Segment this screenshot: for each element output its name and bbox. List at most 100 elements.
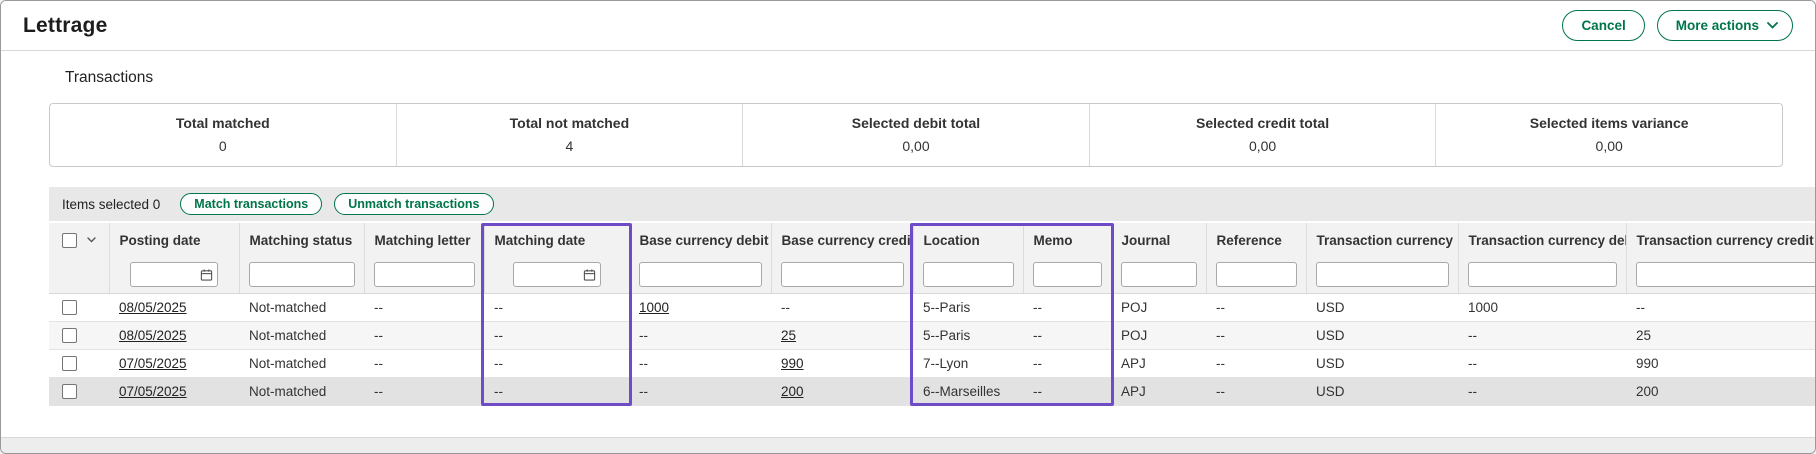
filter-matching-date (513, 262, 601, 287)
cell-base-currency-debit: -- (629, 321, 771, 349)
cell-base-currency-credit: 25 (771, 321, 913, 349)
row-select-cell (49, 349, 109, 377)
column-header-location[interactable]: Location (913, 223, 1023, 257)
column-header-matching-letter[interactable]: Matching letter (364, 223, 484, 257)
summary-value: 0 (50, 138, 396, 154)
cancel-button[interactable]: Cancel (1562, 10, 1644, 42)
row-checkbox[interactable] (62, 300, 77, 315)
filter-matching-status-input[interactable] (249, 262, 355, 287)
cell-transaction-currency-credit: 990 (1626, 349, 1815, 377)
cell-posting-date: 08/05/2025 (109, 321, 239, 349)
column-header-memo[interactable]: Memo (1023, 223, 1111, 257)
filter-base-currency-debit-input[interactable] (639, 262, 762, 287)
summary-bar: Total matched 0 Total not matched 4 Sele… (49, 103, 1783, 167)
column-header-journal[interactable]: Journal (1111, 223, 1206, 257)
cell-location: 6--Marseilles (913, 377, 1023, 405)
filter-empty-cell (49, 257, 109, 293)
filter-transaction-currency-input[interactable] (1316, 262, 1449, 287)
posting-date-link[interactable]: 08/05/2025 (119, 300, 187, 315)
table-scroll-container[interactable]: Posting date Matching status Matching le… (49, 223, 1815, 406)
cell-journal: APJ (1111, 377, 1206, 405)
posting-date-link[interactable]: 07/05/2025 (119, 384, 187, 399)
table-area: Items selected 0 Match transactions Unma… (49, 187, 1815, 406)
amount-link[interactable]: 990 (781, 356, 804, 371)
calendar-icon[interactable] (583, 268, 596, 281)
cell-base-currency-debit: -- (629, 349, 771, 377)
filter-journal-input[interactable] (1121, 262, 1197, 287)
page-background-strip (1, 437, 1815, 453)
cell-journal: POJ (1111, 293, 1206, 321)
items-selected-count: Items selected 0 (62, 197, 160, 212)
row-checkbox[interactable] (62, 384, 77, 399)
amount-link[interactable]: 1000 (639, 300, 669, 315)
select-all-checkbox[interactable] (62, 233, 77, 248)
posting-date-link[interactable]: 07/05/2025 (119, 356, 187, 371)
column-header-reference[interactable]: Reference (1206, 223, 1306, 257)
row-checkbox[interactable] (62, 328, 77, 343)
filter-location-input[interactable] (923, 262, 1014, 287)
cell-memo: -- (1023, 321, 1111, 349)
cell-base-currency-credit: -- (771, 293, 913, 321)
cell-transaction-currency: USD (1306, 377, 1458, 405)
summary-label: Selected debit total (743, 115, 1089, 131)
page-title: Lettrage (23, 14, 107, 38)
cell-transaction-currency-debit: -- (1458, 349, 1626, 377)
column-header-posting-date[interactable]: Posting date (109, 223, 239, 257)
cell-reference: -- (1206, 321, 1306, 349)
cell-matching-date: -- (484, 349, 629, 377)
filter-transaction-currency-debit-input[interactable] (1468, 262, 1617, 287)
cell-matching-letter: -- (364, 293, 484, 321)
summary-total-not-matched: Total not matched 4 (396, 104, 743, 166)
cell-matching-letter: -- (364, 349, 484, 377)
cell-posting-date: 07/05/2025 (109, 349, 239, 377)
summary-total-matched: Total matched 0 (50, 104, 396, 166)
amount-link[interactable]: 25 (781, 328, 796, 343)
filter-posting-date (130, 262, 218, 287)
filter-reference-input[interactable] (1216, 262, 1297, 287)
filter-memo-input[interactable] (1033, 262, 1102, 287)
header-actions: Cancel More actions (1562, 10, 1793, 42)
table-header-row: Posting date Matching status Matching le… (49, 223, 1815, 257)
cell-journal: APJ (1111, 349, 1206, 377)
column-header-matching-status[interactable]: Matching status (239, 223, 364, 257)
row-select-cell (49, 293, 109, 321)
select-all-cell (49, 223, 109, 257)
filter-base-currency-credit-input[interactable] (781, 262, 904, 287)
row-checkbox[interactable] (62, 356, 77, 371)
filter-transaction-currency-credit-input[interactable] (1636, 262, 1816, 287)
amount-link[interactable]: 200 (781, 384, 804, 399)
cell-transaction-currency: USD (1306, 293, 1458, 321)
cell-reference: -- (1206, 349, 1306, 377)
unmatch-transactions-button[interactable]: Unmatch transactions (334, 193, 493, 216)
cell-transaction-currency-debit: -- (1458, 321, 1626, 349)
match-transactions-button[interactable]: Match transactions (180, 193, 322, 216)
row-select-cell (49, 377, 109, 405)
column-header-base-currency-credit[interactable]: Base currency credit (771, 223, 913, 257)
column-header-matching-date[interactable]: Matching date (484, 223, 629, 257)
cell-matching-date: -- (484, 321, 629, 349)
table-row: 08/05/2025 Not-matched -- -- -- 25 5--Pa… (49, 321, 1815, 349)
cell-matching-status: Not-matched (239, 349, 364, 377)
cell-matching-date: -- (484, 293, 629, 321)
posting-date-link[interactable]: 08/05/2025 (119, 328, 187, 343)
cell-base-currency-credit: 200 (771, 377, 913, 405)
transactions-panel: Transactions Total matched 0 Total not m… (1, 51, 1815, 437)
calendar-icon[interactable] (200, 268, 213, 281)
column-header-transaction-currency-credit[interactable]: Transaction currency credit (1626, 223, 1815, 257)
summary-value: 0,00 (1090, 138, 1436, 154)
column-header-transaction-currency[interactable]: Transaction currency (1306, 223, 1458, 257)
table-wrap: Posting date Matching status Matching le… (49, 223, 1815, 406)
cell-base-currency-credit: 990 (771, 349, 913, 377)
page-header: Lettrage Cancel More actions (1, 1, 1815, 51)
more-actions-button[interactable]: More actions (1657, 10, 1793, 42)
filter-matching-letter-input[interactable] (374, 262, 475, 287)
cell-transaction-currency-debit: -- (1458, 377, 1626, 405)
cell-location: 7--Lyon (913, 349, 1023, 377)
column-header-base-currency-debit[interactable]: Base currency debit (629, 223, 771, 257)
column-header-transaction-currency-debit[interactable]: Transaction currency debit (1458, 223, 1626, 257)
table-toolbar: Items selected 0 Match transactions Unma… (49, 187, 1815, 221)
cell-matching-letter: -- (364, 321, 484, 349)
cell-posting-date: 08/05/2025 (109, 293, 239, 321)
cell-memo: -- (1023, 377, 1111, 405)
select-menu-chevron-down-icon[interactable] (87, 237, 96, 243)
